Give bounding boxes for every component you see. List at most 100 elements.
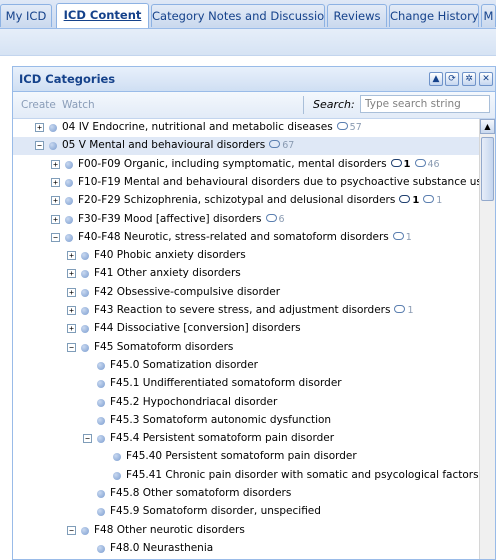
discussion-count-badge[interactable]: 1 xyxy=(390,158,411,170)
tree-item-label[interactable]: F43 Reaction to severe stress, and adjus… xyxy=(94,304,414,316)
tree-item-label[interactable]: F48 Other neurotic disorders xyxy=(94,524,245,536)
comment-count-badge[interactable]: 46 xyxy=(414,158,440,170)
expand-icon[interactable]: + xyxy=(51,196,60,206)
tree-row[interactable]: F45.2 Hypochondriacal disorder xyxy=(13,394,479,412)
tree-row[interactable]: + F00-F09 Organic, including symptomatic,… xyxy=(13,156,479,174)
tree-row[interactable]: F48.0 Neurasthenia xyxy=(13,540,479,558)
tree-row[interactable]: + F42 Obsessive-compulsive disorder xyxy=(13,284,479,302)
expand-icon[interactable]: + xyxy=(67,287,76,297)
node-icon xyxy=(81,343,89,352)
node-icon xyxy=(97,508,105,517)
comment-count: 67 xyxy=(282,140,295,152)
tree-row[interactable]: + F44 Dissociative [conversion] disorders xyxy=(13,320,479,338)
expand-icon[interactable]: + xyxy=(51,214,60,224)
tree-row[interactable]: F45.40 Persistent somatoform pain disord… xyxy=(13,448,479,466)
node-icon xyxy=(81,307,89,315)
gear-icon[interactable]: ✲ xyxy=(462,72,476,86)
node-icon xyxy=(97,398,105,407)
search-input[interactable] xyxy=(360,95,490,113)
tree-row[interactable]: − F45.4 Persistent somatoform pain disord… xyxy=(13,430,479,448)
create-button[interactable]: Create xyxy=(21,99,56,111)
comment-count-badge[interactable]: 1 xyxy=(423,195,442,206)
collapse-icon[interactable]: − xyxy=(83,434,92,444)
tree-item-label[interactable]: F45.1 Undifferentiated somatoform disord… xyxy=(110,377,342,389)
watch-button[interactable]: Watch xyxy=(62,99,95,111)
tree-item-label[interactable]: F45.40 Persistent somatoform pain disord… xyxy=(126,450,357,462)
comment-count: 1 xyxy=(405,231,412,243)
tree-item-label[interactable]: F45.41 Chronic pain disorder with somati… xyxy=(126,469,479,481)
tree-item-label[interactable]: F40-F48 Neurotic, stress-related and som… xyxy=(78,231,412,243)
scroll-thumb[interactable] xyxy=(481,137,494,201)
tree-item-label[interactable]: F30-F39 Mood [affective] disorders 6 xyxy=(78,213,285,225)
comment-count-badge[interactable]: 1 xyxy=(394,305,414,316)
tree-row[interactable]: +04 IV Endocrine, nutritional and metabo… xyxy=(13,119,479,137)
tree-row[interactable]: F45.1 Undifferentiated somatoform disord… xyxy=(13,375,479,393)
tree-item-label[interactable]: F20-F29 Schizophrenia, schizotypal and d… xyxy=(78,194,442,206)
tree-item-label[interactable]: F45.2 Hypochondriacal disorder xyxy=(110,396,277,408)
tree-row[interactable]: + F40 Phobic anxiety disorders xyxy=(13,247,479,265)
node-icon xyxy=(65,215,73,224)
tree-item-label[interactable]: 04 IV Endocrine, nutritional and metabol… xyxy=(62,121,362,133)
collapse-icon[interactable]: − xyxy=(67,342,76,352)
tree-row[interactable]: − F45 Somatoform disorders xyxy=(13,339,479,357)
comment-count-badge[interactable]: 57 xyxy=(336,122,362,133)
tree-item-label[interactable]: F45.4 Persistent somatoform pain disorde… xyxy=(110,432,334,444)
tree-scrollbar[interactable]: ▲ xyxy=(479,119,495,559)
collapse-icon[interactable]: − xyxy=(67,525,76,535)
comment-bubble-icon xyxy=(265,213,277,222)
tree-row[interactable]: + F10-F19 Mental and behavioural disorder… xyxy=(13,174,479,192)
tree-item-label[interactable]: 05 V Mental and behavioural disorders 67 xyxy=(62,139,294,151)
tree-item-label[interactable]: F10-F19 Mental and behavioural disorders… xyxy=(78,176,479,188)
tree-item-label[interactable]: F45.9 Somatoform disorder, unspecified xyxy=(110,505,321,517)
tree-item-label[interactable]: F40 Phobic anxiety disorders xyxy=(94,249,246,261)
expand-icon[interactable]: + xyxy=(51,177,60,187)
node-icon xyxy=(97,544,105,553)
comment-count-badge[interactable]: 6 xyxy=(265,213,285,225)
tree-item-label[interactable]: F45.0 Somatization disorder xyxy=(110,359,258,371)
tree-item-label[interactable]: F42 Obsessive-compulsive disorder xyxy=(94,286,280,298)
tree-row[interactable]: + F43 Reaction to severe stress, and adju… xyxy=(13,302,479,320)
tree-row[interactable]: − F40-F48 Neurotic, stress-related and so… xyxy=(13,229,479,247)
comment-count-badge[interactable]: 67 xyxy=(269,140,294,151)
discussion-count-badge[interactable]: 1 xyxy=(399,195,419,206)
expand-icon[interactable]: + xyxy=(67,324,76,334)
tab-change-history[interactable]: Change History xyxy=(389,4,479,27)
close-icon[interactable]: ✕ xyxy=(479,72,493,86)
tree-item-label[interactable]: F00-F09 Organic, including symptomatic, … xyxy=(78,158,440,170)
tree-item-label[interactable]: F45.8 Other somatoform disorders xyxy=(110,487,291,499)
tree-row[interactable]: − 05 V Mental and behavioural disorders 67 xyxy=(13,137,479,156)
tree-item-label[interactable]: F41 Other anxiety disorders xyxy=(94,267,241,279)
tree-row[interactable]: F45.8 Other somatoform disorders xyxy=(13,485,479,503)
expand-icon[interactable]: + xyxy=(67,269,76,279)
tab-icd-content[interactable]: ICD Content xyxy=(56,3,149,28)
expand-icon[interactable]: + xyxy=(67,251,76,261)
expand-icon[interactable]: + xyxy=(67,306,76,315)
up-icon[interactable]: ▲ xyxy=(429,72,443,86)
tab-category-notes[interactable]: Category Notes and Discussions xyxy=(151,4,325,27)
expand-icon[interactable]: + xyxy=(51,159,60,169)
comment-count-badge[interactable]: 1 xyxy=(392,231,412,243)
tree-item-label[interactable]: F44 Dissociative [conversion] disorders xyxy=(94,322,301,334)
node-icon xyxy=(81,270,89,279)
tree-row[interactable]: F45.0 Somatization disorder xyxy=(13,357,479,375)
expand-icon[interactable]: + xyxy=(35,123,44,132)
collapse-icon[interactable]: − xyxy=(35,141,44,151)
tree-row[interactable]: − F48 Other neurotic disorders xyxy=(13,522,479,540)
tree-item-label[interactable]: F45 Somatoform disorders xyxy=(94,341,233,353)
tree-row[interactable]: + F30-F39 Mood [affective] disorders 6 xyxy=(13,211,479,229)
tree-row[interactable]: F45.3 Somatoform autonomic dysfunction xyxy=(13,412,479,430)
tree-item-label[interactable]: F48.0 Neurasthenia xyxy=(110,542,213,554)
node-icon xyxy=(113,453,121,462)
collapse-icon[interactable]: − xyxy=(51,232,60,242)
tab-more[interactable]: M xyxy=(481,4,496,27)
tree-row[interactable]: F45.9 Somatoform disorder, unspecified xyxy=(13,503,479,521)
tree-row[interactable]: F45.41 Chronic pain disorder with somati… xyxy=(13,467,479,485)
comment-bubble-icon xyxy=(414,158,426,167)
refresh-icon[interactable]: ⟳ xyxy=(445,72,459,86)
tree-item-label[interactable]: F45.3 Somatoform autonomic dysfunction xyxy=(110,414,331,426)
scroll-up-icon[interactable]: ▲ xyxy=(480,119,495,134)
tree-row[interactable]: + F20-F29 Schizophrenia, schizotypal and … xyxy=(13,192,479,210)
tab-reviews[interactable]: Reviews xyxy=(327,4,387,27)
tree-row[interactable]: + F41 Other anxiety disorders xyxy=(13,265,479,283)
tab-my-icd[interactable]: My ICD xyxy=(0,4,52,27)
